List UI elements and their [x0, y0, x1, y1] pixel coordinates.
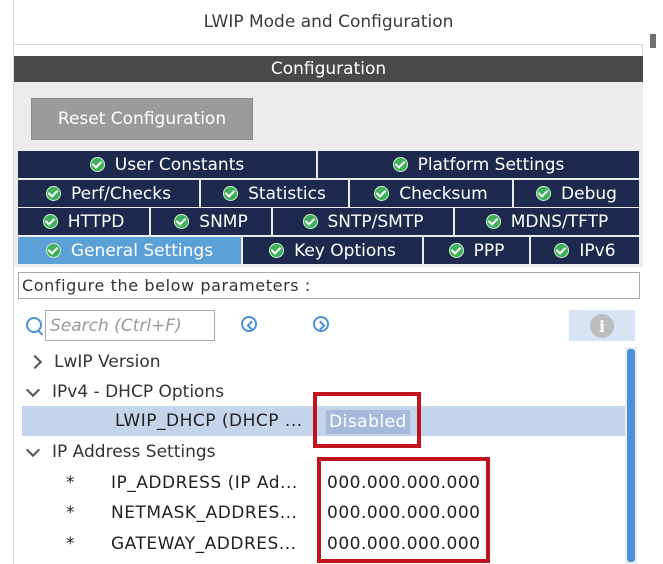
info-button[interactable]: i	[569, 310, 635, 341]
search-icon	[26, 317, 42, 333]
tab-label: Statistics	[248, 183, 326, 204]
check-icon	[554, 243, 570, 258]
tab-label: IPv6	[579, 240, 616, 261]
tab-user-constants[interactable]: User Constants	[18, 151, 318, 178]
tab-platform-settings[interactable]: Platform Settings	[318, 151, 639, 178]
tab-label: Perf/Checks	[71, 183, 171, 204]
check-icon	[485, 214, 501, 229]
tree-node-lwip-version[interactable]: LwIP Version	[27, 348, 161, 376]
parameters-description: Configure the below parameters :	[18, 272, 640, 299]
tab-label: MDNS/TFTP	[510, 211, 609, 232]
tab-perf-checks[interactable]: Perf/Checks	[18, 180, 201, 207]
check-icon	[374, 186, 390, 201]
highlight-box-dhcp	[313, 392, 421, 448]
param-netmask-name: NETMASK_ADDRES...	[111, 503, 298, 523]
tab-mdns-tftp[interactable]: MDNS/TFTP	[455, 208, 639, 235]
check-icon	[174, 214, 190, 229]
param-lwip-dhcp-name: LWIP_DHCP (DHCP ...	[115, 411, 303, 431]
check-icon	[536, 186, 552, 201]
tab-label: User Constants	[114, 154, 245, 175]
search-previous-icon[interactable]	[241, 316, 257, 332]
tab-label: SNTP/SMTP	[327, 211, 424, 232]
tab-label: HTTPD	[67, 211, 125, 232]
tab-label: SNMP	[199, 211, 248, 232]
tab-label: Platform Settings	[417, 154, 565, 175]
tab-ppp[interactable]: PPP	[424, 237, 531, 264]
chevron-down-icon	[25, 442, 41, 458]
info-icon: i	[590, 314, 614, 338]
tab-label: PPP	[473, 240, 505, 261]
param-gateway-name: GATEWAY_ADDRES...	[111, 534, 297, 554]
tab-debug[interactable]: Debug	[514, 180, 639, 207]
tab-checksum[interactable]: Checksum	[350, 180, 514, 207]
tree-node-label: IPv4 - DHCP Options	[52, 382, 225, 402]
search-input[interactable]	[45, 310, 215, 341]
param-bullet: *	[66, 534, 75, 554]
tab-statistics[interactable]: Statistics	[201, 180, 350, 207]
resize-grip[interactable]	[650, 34, 656, 48]
vertical-scrollbar[interactable]	[625, 347, 637, 564]
param-bullet: *	[66, 473, 75, 493]
tab-label: Checksum	[399, 183, 488, 204]
tab-label: General Settings	[70, 240, 214, 261]
chevron-right-icon	[27, 354, 43, 370]
tab-snmp[interactable]: SNMP	[151, 208, 273, 235]
configuration-header: Configuration	[14, 56, 643, 82]
highlight-box-addresses	[317, 457, 490, 563]
reset-configuration-button[interactable]: Reset Configuration	[31, 98, 253, 140]
tree-node-label: IP Address Settings	[52, 442, 216, 462]
tree-node-ip-address-settings[interactable]: IP Address Settings	[25, 438, 216, 466]
tree-node-ipv4-dhcp[interactable]: IPv4 - DHCP Options	[25, 378, 225, 406]
tree-node-label: LwIP Version	[54, 352, 161, 372]
check-icon	[392, 157, 408, 172]
tab-general-settings[interactable]: General Settings	[18, 237, 243, 264]
tab-label: Debug	[561, 183, 617, 204]
tab-ipv6[interactable]: IPv6	[531, 237, 639, 264]
check-icon	[46, 186, 62, 201]
check-icon	[269, 243, 285, 258]
tab-label: Key Options	[294, 240, 396, 261]
tab-httpd[interactable]: HTTPD	[18, 208, 151, 235]
tab-key-options[interactable]: Key Options	[243, 237, 424, 264]
window-title: LWIP Mode and Configuration	[14, 0, 643, 45]
left-window-edge	[0, 0, 14, 564]
check-icon	[302, 214, 318, 229]
check-icon	[42, 214, 58, 229]
param-ip-address-name: IP_ADDRESS (IP Ad...	[111, 473, 298, 493]
tab-sntp-smtp[interactable]: SNTP/SMTP	[273, 208, 455, 235]
right-window-edge	[642, 0, 663, 564]
param-bullet: *	[66, 503, 75, 523]
search-next-icon[interactable]	[313, 316, 329, 332]
check-icon	[45, 243, 61, 258]
chevron-down-icon	[25, 382, 41, 398]
check-icon	[448, 243, 464, 258]
check-icon	[223, 186, 239, 201]
check-icon	[89, 157, 105, 172]
scrollbar-thumb[interactable]	[627, 349, 635, 562]
